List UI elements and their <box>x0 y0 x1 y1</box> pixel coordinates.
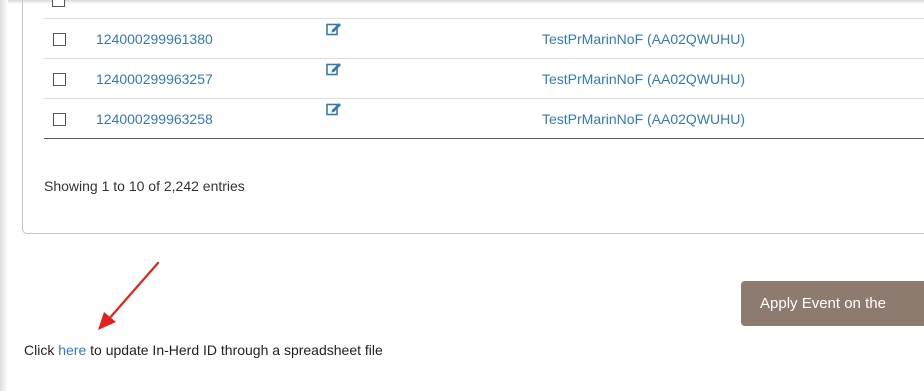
herd-name-link[interactable]: TestPrMarinNoF (AA02QWUHU) <box>542 71 745 87</box>
entries-info: Showing 1 to 10 of 2,242 entries <box>44 178 245 194</box>
window-edge-left <box>0 0 8 391</box>
edit-icon[interactable] <box>326 62 342 76</box>
herd-name-link[interactable]: TestPrMarinNoF (AA02QWUHU) <box>542 111 745 127</box>
red-arrow-annotation <box>98 261 160 330</box>
table-row: 124000299963258 TestPrMarinNoF (AA02QWUH… <box>44 98 924 139</box>
row-checkbox[interactable] <box>53 33 66 47</box>
apply-event-button[interactable]: Apply Event on the <box>741 281 924 326</box>
animal-id-link[interactable]: 124000299963257 <box>96 71 213 87</box>
edit-icon[interactable] <box>326 22 342 36</box>
row-checkbox[interactable] <box>53 113 66 127</box>
animal-id-link[interactable]: 124000299963258 <box>96 111 213 127</box>
footer-prefix: Click <box>24 342 59 358</box>
edit-icon[interactable] <box>326 102 342 116</box>
spreadsheet-update-note: Click here to update In-Herd ID through … <box>24 342 383 358</box>
animal-id-link[interactable]: 124000299961380 <box>96 31 213 47</box>
footer-suffix: to update In-Herd ID through a spreadshe… <box>86 342 383 358</box>
entries-table: 124000299961380 TestPrMarinNoF (AA02QWUH… <box>44 19 924 139</box>
table-row-partial <box>44 0 924 19</box>
herd-name-link[interactable]: TestPrMarinNoF (AA02QWUHU) <box>542 31 745 47</box>
table-row: 124000299963257 TestPrMarinNoF (AA02QWUH… <box>44 58 924 99</box>
here-link[interactable]: here <box>58 342 86 358</box>
row-checkbox[interactable] <box>53 73 66 87</box>
table-row: 124000299961380 TestPrMarinNoF (AA02QWUH… <box>44 19 924 59</box>
row-checkbox[interactable] <box>52 0 65 7</box>
